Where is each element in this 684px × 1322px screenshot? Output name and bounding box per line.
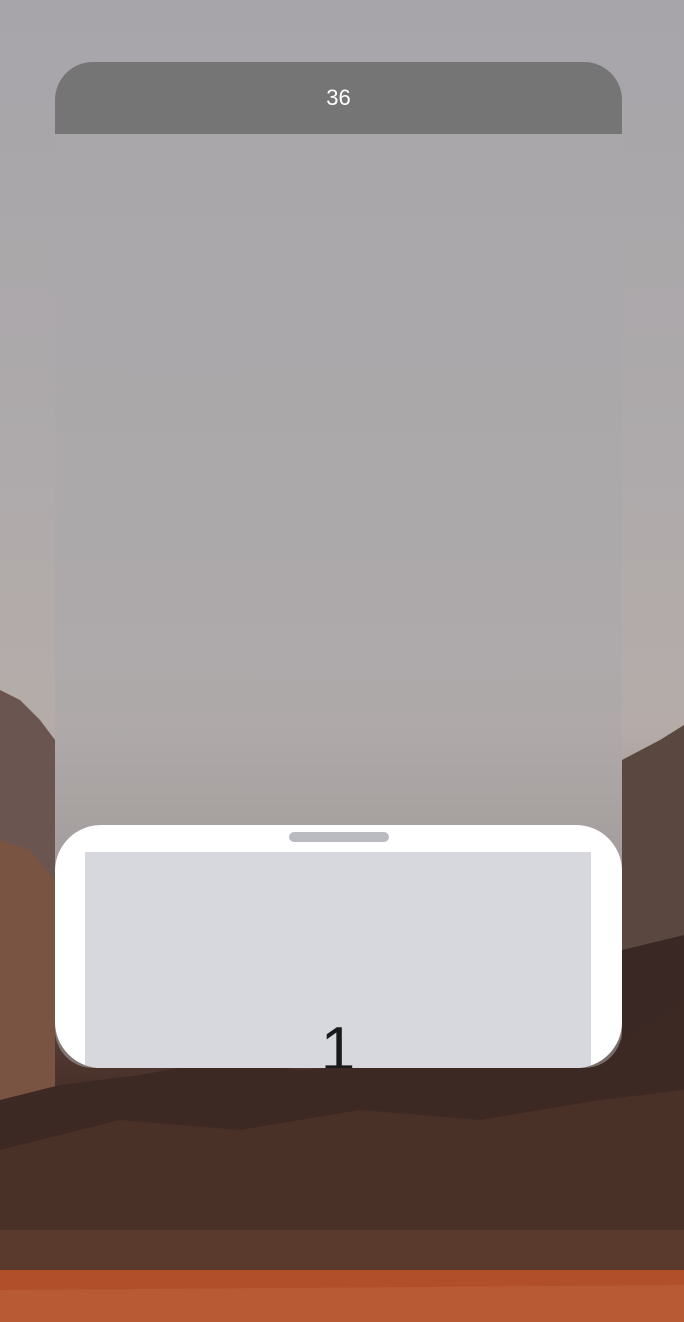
- panel-header: 36: [55, 62, 622, 134]
- bottom-sheet[interactable]: 1: [55, 825, 622, 1068]
- drag-handle[interactable]: [289, 832, 389, 842]
- sheet-number: 1: [320, 1015, 356, 1069]
- header-counter: 36: [326, 85, 351, 110]
- sheet-content: 1: [85, 852, 591, 1068]
